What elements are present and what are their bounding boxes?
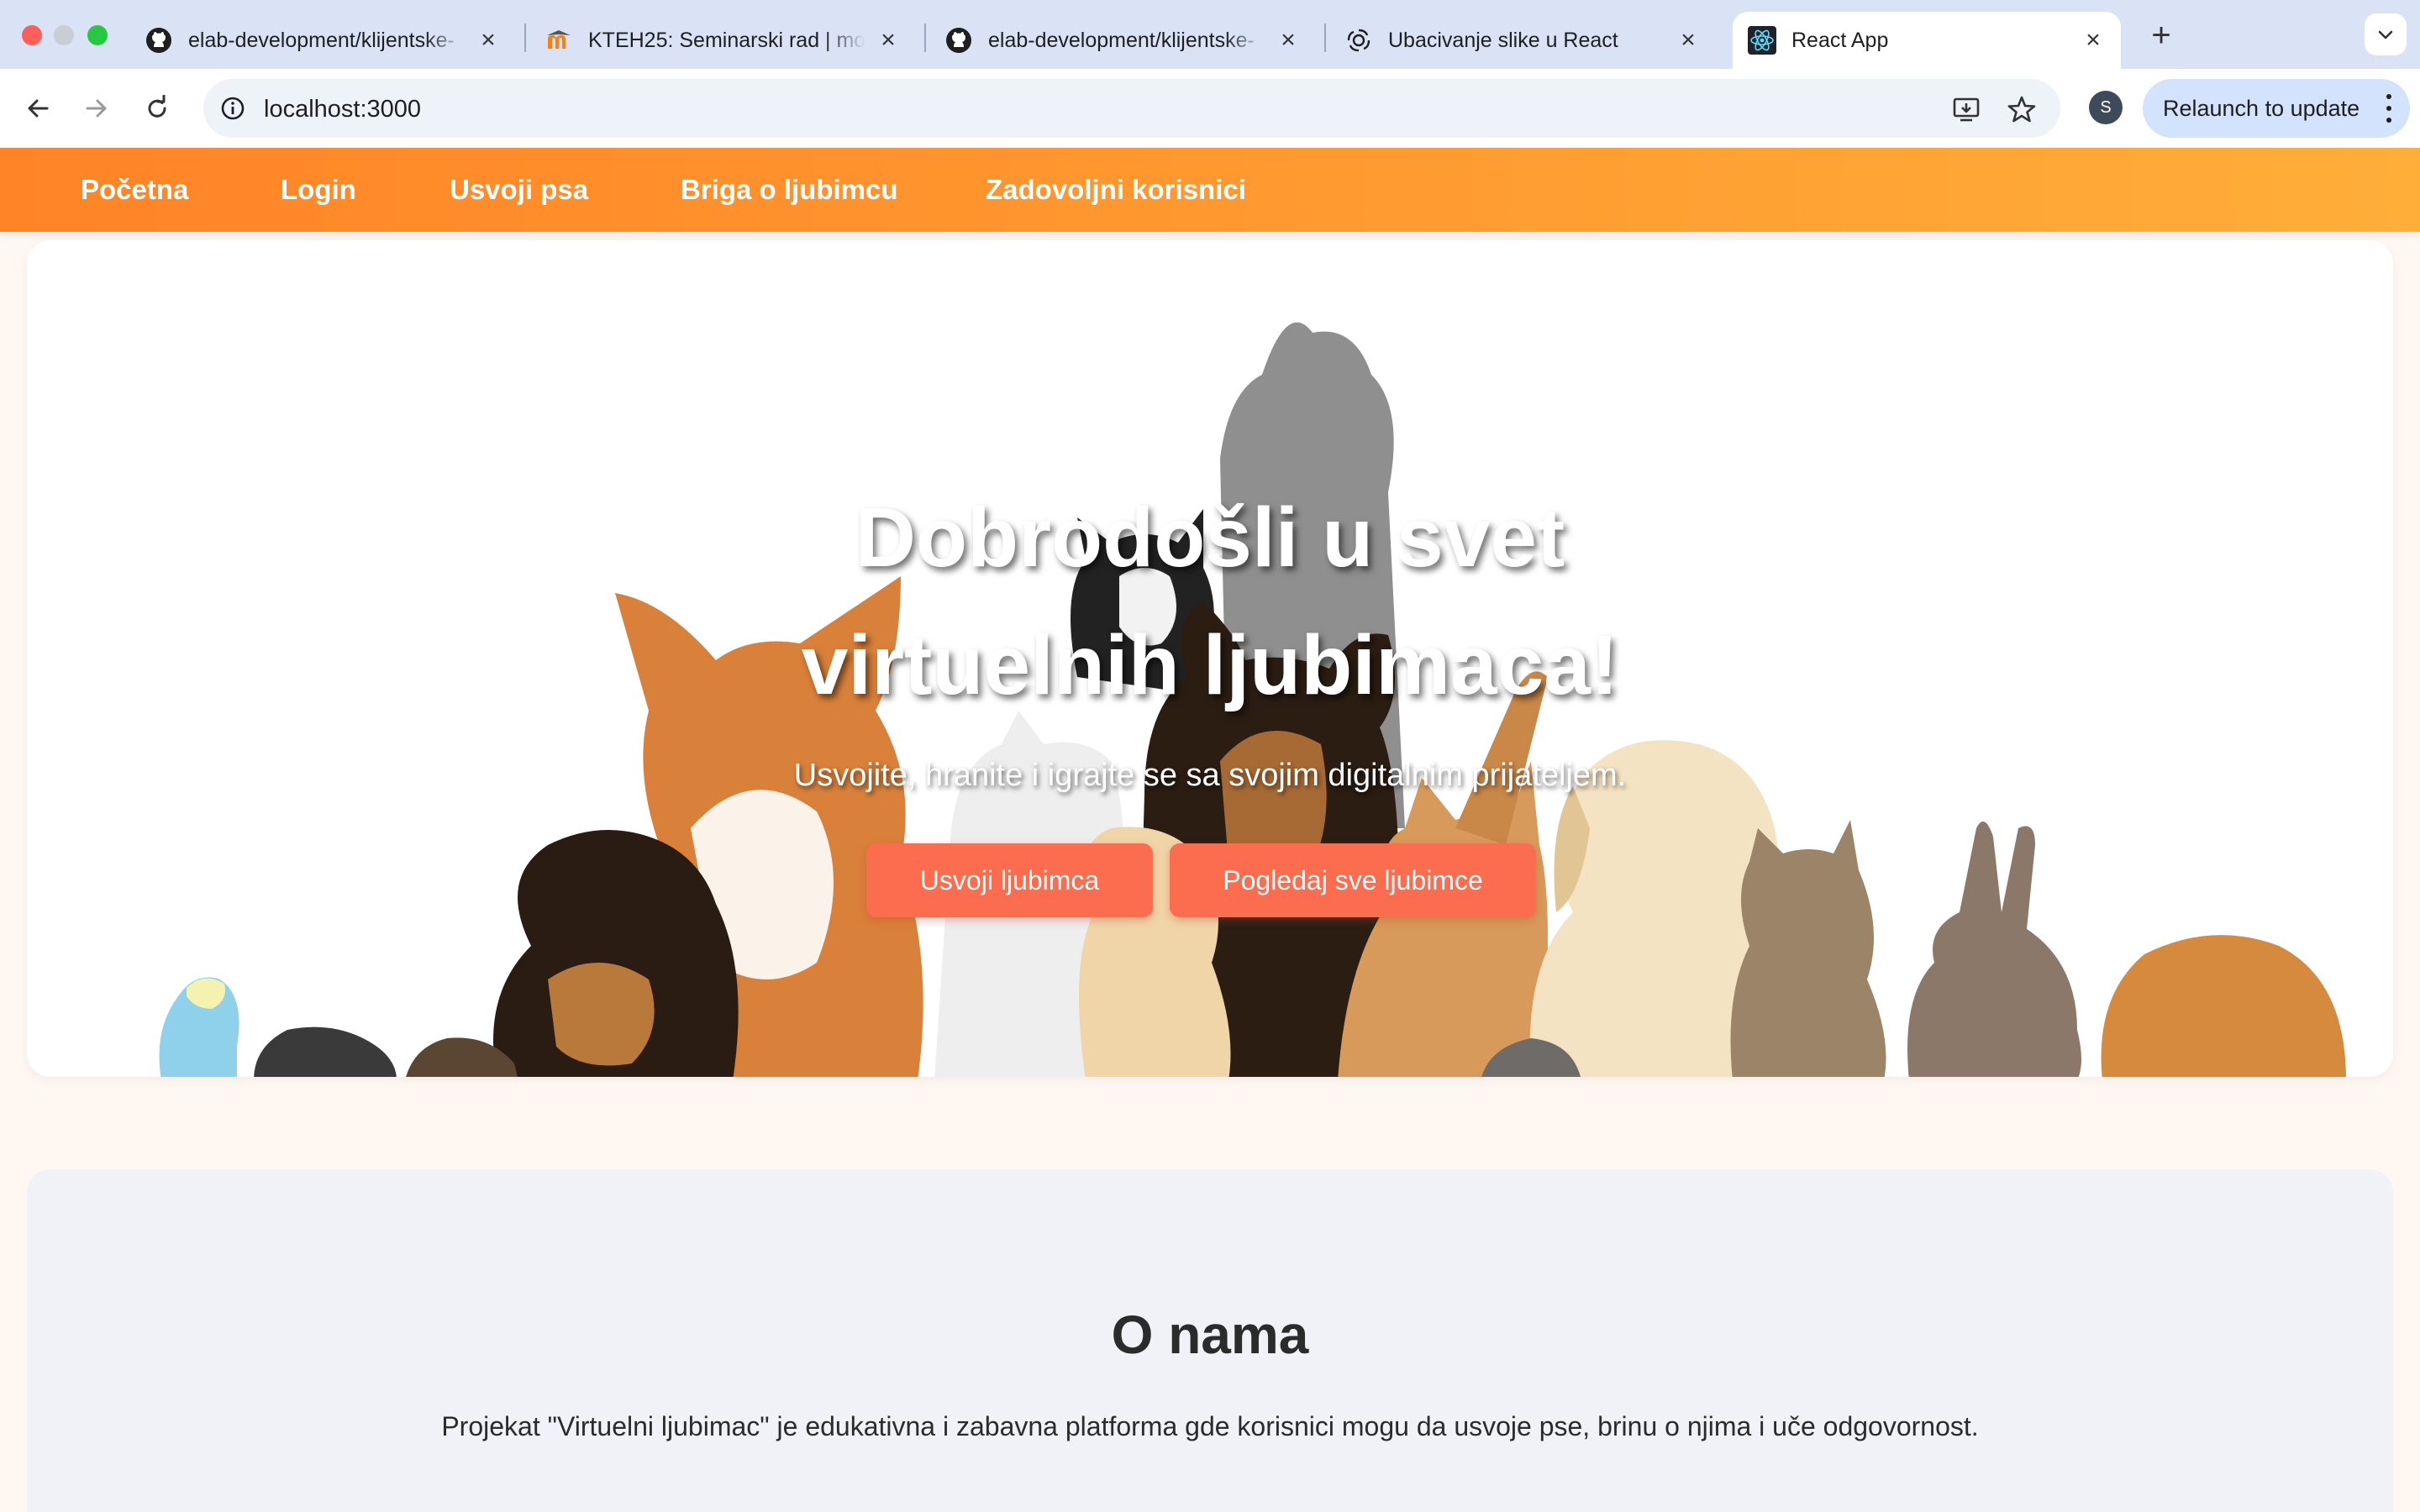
about-text: Projekat "Virtuelni ljubimac" je edukati… <box>441 1411 1979 1441</box>
window-maximize-button[interactable] <box>87 25 108 45</box>
tab-divider <box>524 24 526 52</box>
relaunch-button[interactable]: Relaunch to update <box>2143 79 2410 138</box>
new-tab-button[interactable]: + <box>2141 17 2181 57</box>
github-icon <box>944 26 973 55</box>
about-heading: O nama <box>1111 1305 1309 1365</box>
tab-search-button[interactable] <box>2365 13 2407 55</box>
browser-tab[interactable]: elab-development/klijentske- × <box>129 12 516 69</box>
moodle-icon <box>544 26 573 55</box>
close-icon[interactable]: × <box>1276 26 1301 54</box>
bookmark-star-icon[interactable] <box>2005 92 2039 126</box>
window-close-button[interactable] <box>22 25 42 45</box>
profile-avatar[interactable]: S <box>2089 91 2123 124</box>
back-button[interactable] <box>17 87 59 129</box>
more-vertical-icon[interactable] <box>2385 94 2393 123</box>
tab-title: elab-development/klijentske- <box>988 28 1255 52</box>
nav-link-usvoji-psa[interactable]: Usvoji psa <box>450 148 588 232</box>
nav-link-pocetna[interactable]: Početna <box>81 148 188 232</box>
close-icon[interactable]: × <box>2081 26 2106 54</box>
address-text: localhost:3000 <box>264 96 422 123</box>
relaunch-label: Relaunch to update <box>2163 95 2360 121</box>
browser-tab[interactable]: KTEH25: Seminarski rad | moodle × <box>529 12 916 69</box>
hero-section: Dobrodošli u svet virtuelnih ljubimaca! … <box>27 240 2393 1077</box>
close-icon[interactable]: × <box>1676 26 1701 54</box>
close-icon[interactable]: × <box>876 26 901 54</box>
nav-link-briga-o-ljubimcu[interactable]: Briga o ljubimcu <box>681 148 898 232</box>
hero-subtitle: Usvojite, hranite i igrajte se sa svojim… <box>793 758 1627 793</box>
openai-icon <box>1344 26 1373 55</box>
reload-button[interactable] <box>136 87 178 129</box>
browser-tab-active[interactable]: React App × <box>1733 12 2121 69</box>
window-minimize-button[interactable] <box>54 25 74 45</box>
hero-title: Dobrodošli u svet virtuelnih ljubimaca! <box>801 491 1619 712</box>
arrow-left-icon <box>28 99 49 118</box>
nav-link-zadovoljni-korisnici[interactable]: Zadovoljni korisnici <box>986 148 1246 232</box>
about-section: O nama Projekat "Virtuelni ljubimac" je … <box>27 1169 2393 1512</box>
tab-divider <box>924 24 926 52</box>
tab-title: elab-development/klijentske- <box>188 28 455 52</box>
browser-tab-bar: elab-development/klijentske- × KTEH25: S… <box>0 0 2420 69</box>
react-icon <box>1748 26 1776 55</box>
close-icon[interactable]: × <box>476 26 501 54</box>
github-icon <box>145 26 173 55</box>
tab-divider <box>1324 24 1326 52</box>
site-navbar: Početna Login Usvoji psa Briga o ljubimc… <box>0 148 2420 232</box>
tab-title: KTEH25: Seminarski rad | moodle <box>588 28 865 52</box>
browser-toolbar: localhost:3000 S Relaunch to update <box>0 69 2420 148</box>
address-bar[interactable]: localhost:3000 <box>203 79 2060 138</box>
view-all-pets-button[interactable]: Pogledaj sve ljubimce <box>1170 843 1536 917</box>
forward-button[interactable] <box>76 87 118 129</box>
chevron-down-icon <box>2378 30 2393 39</box>
reload-icon <box>148 95 166 118</box>
adopt-pet-button[interactable]: Usvoji ljubimca <box>866 843 1153 917</box>
install-app-icon[interactable] <box>1949 92 1983 126</box>
tab-title: Ubacivanje slike u React <box>1388 28 1618 52</box>
tab-title: React App <box>1791 28 1889 52</box>
arrow-right-icon <box>86 99 107 118</box>
browser-tab[interactable]: elab-development/klijentske- × <box>929 12 1316 69</box>
nav-link-login[interactable]: Login <box>281 148 356 232</box>
site-info-icon[interactable] <box>218 94 247 123</box>
browser-tab[interactable]: Ubacivanje slike u React × <box>1329 12 1716 69</box>
